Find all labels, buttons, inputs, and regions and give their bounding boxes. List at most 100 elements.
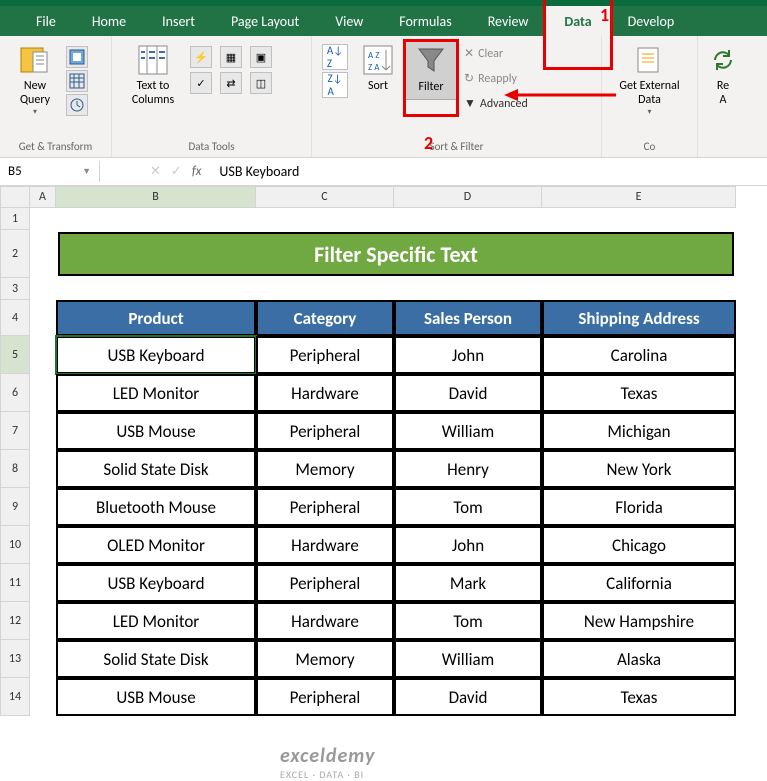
data-validation-icon[interactable]: ✓ <box>190 72 212 94</box>
new-query-button[interactable]: New Query ▾ <box>6 40 64 121</box>
table-header-category[interactable]: Category <box>256 300 394 336</box>
table-cell[interactable]: USB Mouse <box>56 678 256 716</box>
table-header-sales-person[interactable]: Sales Person <box>394 300 542 336</box>
table-header-shipping-address[interactable]: Shipping Address <box>542 300 736 336</box>
table-cell[interactable]: Hardware <box>256 526 394 564</box>
table-cell[interactable]: Mark <box>394 564 542 602</box>
clear-filter-button[interactable]: ✕Clear <box>464 46 528 61</box>
tab-developer[interactable]: Develop <box>610 6 693 36</box>
table-cell[interactable]: California <box>542 564 736 602</box>
table-cell[interactable]: Carolina <box>542 336 736 374</box>
table-cell[interactable]: Texas <box>542 374 736 412</box>
table-cell[interactable]: LED Monitor <box>56 602 256 640</box>
row-header-9[interactable]: 9 <box>0 488 30 526</box>
table-cell[interactable]: USB Keyboard <box>56 336 256 374</box>
table-cell[interactable]: Tom <box>394 488 542 526</box>
sort-ascending-button[interactable]: A↓Z <box>322 44 348 70</box>
col-header-c[interactable]: C <box>256 186 394 208</box>
reapply-button[interactable]: ↻Reapply <box>464 71 528 86</box>
enter-formula-icon[interactable]: ✓ <box>171 164 182 179</box>
table-cell[interactable]: Memory <box>256 450 394 488</box>
table-cell[interactable]: William <box>394 640 542 678</box>
table-cell[interactable]: Tom <box>394 602 542 640</box>
table-cell[interactable]: Chicago <box>542 526 736 564</box>
table-cell[interactable]: Solid State Disk <box>56 450 256 488</box>
tab-view[interactable]: View <box>317 6 381 36</box>
table-cell[interactable]: New York <box>542 450 736 488</box>
table-cell[interactable]: USB Keyboard <box>56 564 256 602</box>
tab-review[interactable]: Review <box>470 6 547 36</box>
show-queries-icon[interactable] <box>66 46 88 68</box>
row-header-8[interactable]: 8 <box>0 450 30 488</box>
tab-data[interactable]: Data <box>546 6 609 36</box>
table-cell[interactable]: LED Monitor <box>56 374 256 412</box>
text-to-columns-button[interactable]: Text to Columns <box>118 40 188 112</box>
advanced-filter-button[interactable]: ▼Advanced <box>464 96 528 111</box>
sort-descending-button[interactable]: Z↓A <box>322 72 348 98</box>
table-cell[interactable]: John <box>394 526 542 564</box>
remove-duplicates-icon[interactable]: ▦ <box>220 46 242 68</box>
table-cell[interactable]: OLED Monitor <box>56 526 256 564</box>
row-header-12[interactable]: 12 <box>0 602 30 640</box>
table-cell[interactable]: John <box>394 336 542 374</box>
select-all-corner[interactable] <box>0 186 30 208</box>
table-cell[interactable]: Florida <box>542 488 736 526</box>
row-header-2[interactable]: 2 <box>0 230 30 278</box>
table-cell[interactable]: Henry <box>394 450 542 488</box>
tab-home[interactable]: Home <box>74 6 144 36</box>
table-cell[interactable]: Peripheral <box>256 678 394 716</box>
refresh-all-button[interactable]: Re A <box>704 40 742 112</box>
table-header-product[interactable]: Product <box>56 300 256 336</box>
table-cell[interactable]: Memory <box>256 640 394 678</box>
table-cell[interactable]: David <box>394 374 542 412</box>
row-header-6[interactable]: 6 <box>0 374 30 412</box>
flash-fill-icon[interactable]: ⚡ <box>190 46 212 68</box>
consolidate-icon[interactable]: ▣ <box>250 46 272 68</box>
row-header-1[interactable]: 1 <box>0 208 30 230</box>
table-cell[interactable]: Peripheral <box>256 488 394 526</box>
get-external-data-button[interactable]: Get External Data ▾ <box>608 40 691 121</box>
tab-page-layout[interactable]: Page Layout <box>213 6 317 36</box>
row-header-13[interactable]: 13 <box>0 640 30 678</box>
table-cell[interactable]: Bluetooth Mouse <box>56 488 256 526</box>
table-cell[interactable]: Peripheral <box>256 412 394 450</box>
tab-insert[interactable]: Insert <box>144 6 213 36</box>
row-header-11[interactable]: 11 <box>0 564 30 602</box>
col-header-e[interactable]: E <box>542 186 736 208</box>
table-cell[interactable]: Alaska <box>542 640 736 678</box>
ribbon: New Query ▾ Get & Transform Text to Colu… <box>0 36 767 158</box>
row-header-4[interactable]: 4 <box>0 300 30 336</box>
table-cell[interactable]: Hardware <box>256 374 394 412</box>
insert-function-button[interactable]: fx <box>192 164 202 179</box>
from-table-icon[interactable] <box>66 70 88 92</box>
row-header-10[interactable]: 10 <box>0 526 30 564</box>
table-cell[interactable]: New Hampshire <box>542 602 736 640</box>
table-cell[interactable]: USB Mouse <box>56 412 256 450</box>
sort-button[interactable]: A ZZ A Sort <box>354 40 402 98</box>
table-cell[interactable]: Texas <box>542 678 736 716</box>
row-header-14[interactable]: 14 <box>0 678 30 716</box>
col-header-a[interactable]: A <box>30 186 56 208</box>
table-cell[interactable]: William <box>394 412 542 450</box>
table-cell[interactable]: Solid State Disk <box>56 640 256 678</box>
tab-formulas[interactable]: Formulas <box>381 6 469 36</box>
filter-button[interactable]: Filter <box>404 40 458 100</box>
svg-text:Z A: Z A <box>368 62 380 73</box>
manage-data-model-icon[interactable]: ◫ <box>250 72 272 94</box>
table-cell[interactable]: Peripheral <box>256 564 394 602</box>
table-cell[interactable]: Peripheral <box>256 336 394 374</box>
formula-input[interactable]: USB Keyboard <box>211 160 767 183</box>
row-header-3[interactable]: 3 <box>0 278 30 300</box>
name-box[interactable]: B5 ▼ <box>0 161 100 182</box>
tab-file[interactable]: File <box>18 6 74 36</box>
cancel-formula-icon[interactable]: ✕ <box>150 164 161 179</box>
relationships-icon[interactable]: ⇄ <box>220 72 242 94</box>
row-header-7[interactable]: 7 <box>0 412 30 450</box>
col-header-d[interactable]: D <box>394 186 542 208</box>
table-cell[interactable]: Hardware <box>256 602 394 640</box>
table-cell[interactable]: David <box>394 678 542 716</box>
col-header-b[interactable]: B <box>56 186 256 208</box>
table-cell[interactable]: Michigan <box>542 412 736 450</box>
row-header-5[interactable]: 5 <box>0 336 30 374</box>
recent-sources-icon[interactable] <box>66 94 88 116</box>
